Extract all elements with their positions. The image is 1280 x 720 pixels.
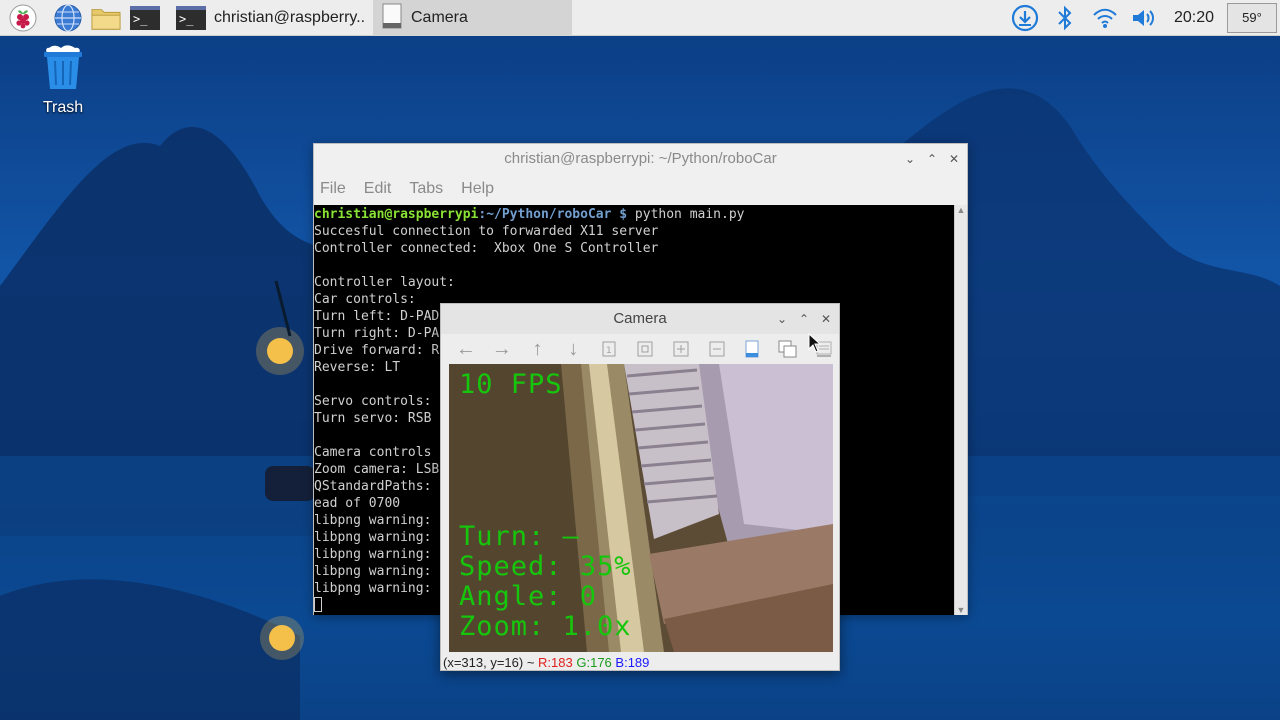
menu-help[interactable]: Help	[461, 180, 494, 198]
arrow-right-icon: →	[491, 337, 512, 360]
menu-tabs[interactable]: Tabs	[409, 180, 443, 198]
arrow-down-icon: ↓	[568, 337, 579, 360]
taskbar: >_ >_ christian@raspberry.. Camera 20:20…	[0, 0, 1280, 36]
close-icon[interactable]: ✕	[817, 304, 835, 334]
file-manager-icon[interactable]	[91, 3, 121, 33]
wifi-icon[interactable]	[1090, 3, 1120, 33]
terminal-line: Controller layout:	[314, 275, 455, 290]
pan-left-button[interactable]: ←	[451, 335, 481, 363]
terminal-line: Succesful connection to forwarded X11 se…	[314, 224, 659, 239]
window-title: christian@raspberrypi: ~/Python/roboCar	[504, 150, 777, 167]
zoom-out-icon	[709, 341, 725, 357]
download-icon[interactable]	[1010, 3, 1040, 33]
zoom-in-button[interactable]	[666, 335, 696, 363]
menu-file[interactable]: File	[320, 180, 346, 198]
camera-feed[interactable]: 10 FPS Turn: — Speed: 35% Angle: 0 Zoom:…	[449, 364, 833, 652]
taskbar-item-terminal[interactable]: >_ christian@raspberry..	[168, 0, 370, 36]
terminal-menubar: File Edit Tabs Help	[314, 174, 967, 204]
scroll-up-icon[interactable]: ▲	[955, 205, 967, 215]
zoom-fit-icon	[637, 341, 653, 357]
taskbar-item-camera[interactable]: Camera	[373, 0, 572, 36]
save-icon	[745, 340, 759, 358]
pixel-blue: B:189	[615, 655, 650, 670]
terminal-titlebar[interactable]: christian@raspberrypi: ~/Python/roboCar …	[314, 144, 967, 174]
terminal-line: Controller connected: Xbox One S Control…	[314, 241, 659, 256]
turn-overlay: Turn: —	[459, 521, 580, 552]
desktop-icon-label: Trash	[42, 99, 84, 116]
clock[interactable]: 20:20	[1174, 0, 1214, 36]
zoom-original-button[interactable]: 1	[594, 335, 624, 363]
camera-window: Camera ⌄ ⌃ ✕ ← → ↑ ↓ 1 10 FPS Turn: — Sp…	[440, 303, 840, 671]
taskbar-item-label: christian@raspberry..	[214, 9, 366, 26]
prompt-user: christian@raspberrypi	[314, 207, 479, 222]
bluetooth-icon[interactable]	[1050, 3, 1080, 33]
desktop-icon-trash[interactable]: Trash	[28, 44, 98, 117]
prompt-line: christian@raspberrypi:~/Python/roboCar $…	[314, 206, 955, 223]
pan-down-button[interactable]: ↓	[558, 335, 588, 363]
terminal-scrollbar[interactable]: ▲ ▼	[954, 205, 967, 615]
maximize-icon[interactable]: ⌃	[795, 304, 813, 334]
copy-icon	[778, 340, 797, 358]
minimize-icon[interactable]: ⌄	[901, 144, 919, 174]
volume-icon[interactable]	[1129, 3, 1159, 33]
pan-up-button[interactable]: ↑	[523, 335, 553, 363]
pixel-red: R:183	[538, 655, 573, 670]
svg-text:1: 1	[606, 346, 612, 356]
web-browser-icon[interactable]	[53, 3, 83, 33]
minimize-icon[interactable]: ⌄	[773, 304, 791, 334]
zoom-fit-button[interactable]	[630, 335, 660, 363]
camera-app-icon	[381, 3, 403, 34]
camera-titlebar[interactable]: Camera ⌄ ⌃ ✕	[441, 304, 839, 334]
taskbar-item-label: Camera	[411, 9, 468, 26]
text-cursor	[314, 597, 322, 612]
window-title: Camera	[613, 310, 667, 327]
camera-toolbar: ← → ↑ ↓ 1	[441, 334, 839, 364]
angle-overlay: Angle: 0	[459, 581, 598, 612]
pan-right-button[interactable]: →	[487, 335, 517, 363]
scroll-down-icon[interactable]: ▼	[955, 605, 967, 615]
zoom-in-icon	[673, 341, 689, 357]
maximize-icon[interactable]: ⌃	[923, 144, 941, 174]
copy-image-button[interactable]	[773, 335, 803, 363]
trash-icon	[44, 45, 82, 89]
pixel-green: G:176	[576, 655, 612, 670]
raspberry-menu-icon[interactable]	[8, 3, 38, 33]
speed-overlay: Speed: 35%	[459, 551, 632, 582]
zoom-overlay: Zoom: 1.0x	[459, 611, 632, 642]
arrow-up-icon: ↑	[532, 337, 543, 360]
cpu-temperature[interactable]: 59°	[1227, 3, 1277, 33]
pixel-coordinates: (x=313, y=16) ~	[443, 655, 535, 670]
fps-overlay: 10 FPS	[459, 369, 563, 400]
prompt-path: :~/Python/roboCar $	[478, 207, 628, 222]
close-icon[interactable]: ✕	[945, 144, 963, 174]
zoom-out-button[interactable]	[702, 335, 732, 363]
menu-edit[interactable]: Edit	[364, 180, 392, 198]
terminal-icon: >_	[176, 6, 206, 30]
arrow-left-icon: ←	[455, 337, 476, 360]
zoom-original-icon: 1	[602, 341, 616, 357]
terminal-launcher-icon[interactable]: >_	[130, 3, 160, 33]
mouse-pointer-icon	[808, 333, 822, 353]
pixel-status-bar: (x=313, y=16) ~ R:183 G:176 B:189	[441, 654, 839, 671]
prompt-command: python main.py	[627, 207, 745, 222]
save-image-button[interactable]	[738, 335, 768, 363]
